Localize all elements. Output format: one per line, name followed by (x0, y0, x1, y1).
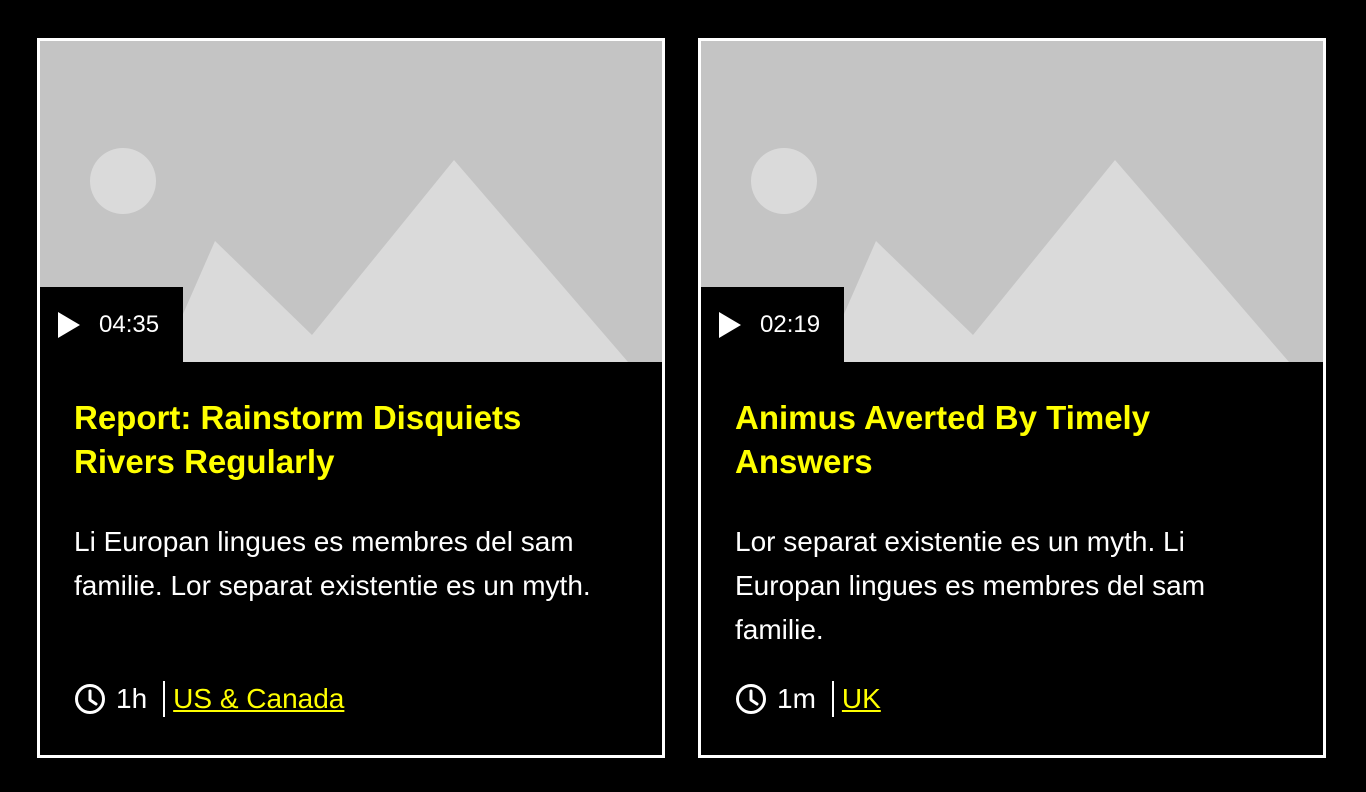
published-age: 1m (777, 681, 834, 717)
duration-text: 02:19 (760, 310, 821, 338)
play-icon (58, 311, 80, 338)
card-title[interactable]: Report: Rainstorm Disquiets Rivers Regul… (74, 396, 628, 484)
duration-badge: 02:19 (701, 287, 844, 362)
card-list: 04:35 Report: Rainstorm Disquiets Rivers… (0, 0, 1366, 792)
card-body: Animus Averted By Timely Answers Lor sep… (701, 362, 1323, 652)
video-thumbnail[interactable]: 04:35 (40, 41, 662, 362)
card-body: Report: Rainstorm Disquiets Rivers Regul… (40, 362, 662, 608)
video-thumbnail[interactable]: 02:19 (701, 41, 1323, 362)
region-link[interactable]: US & Canada (173, 685, 344, 713)
clock-icon (75, 684, 105, 714)
card-description: Li Europan lingues es membres del sam fa… (74, 526, 591, 601)
card-meta: 1m UK (735, 681, 881, 717)
published-age: 1h (116, 681, 166, 717)
card-title[interactable]: Animus Averted By Timely Answers (735, 396, 1289, 484)
card-meta: 1h US & Canada (74, 681, 344, 717)
region-link[interactable]: UK (842, 685, 881, 713)
video-card[interactable]: 02:19 Animus Averted By Timely Answers L… (698, 38, 1326, 758)
duration-badge: 04:35 (40, 287, 183, 362)
play-icon (719, 311, 741, 338)
duration-text: 04:35 (99, 310, 160, 338)
video-card[interactable]: 04:35 Report: Rainstorm Disquiets Rivers… (37, 38, 665, 758)
clock-icon (736, 684, 766, 714)
card-description: Lor separat existentie es un myth. Li Eu… (735, 526, 1206, 645)
